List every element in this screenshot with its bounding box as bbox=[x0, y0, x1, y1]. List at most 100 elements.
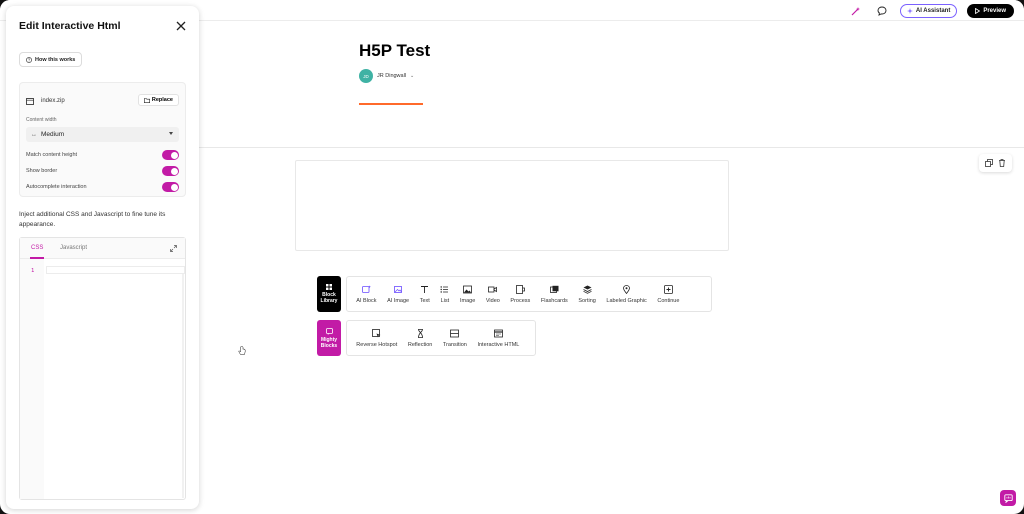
continue-icon bbox=[664, 284, 673, 294]
tool-continue[interactable]: Continue bbox=[652, 284, 685, 304]
tool-label: Process bbox=[510, 297, 531, 304]
tool-label: Image bbox=[459, 297, 476, 304]
toggle-label: Match content height bbox=[26, 152, 78, 158]
editor-scrollbar[interactable] bbox=[182, 274, 184, 498]
panel-title: Edit Interactive Html bbox=[19, 20, 121, 32]
copy-icon[interactable] bbox=[984, 159, 993, 167]
tool-label: Interactive HTML bbox=[477, 341, 520, 348]
file-frame-icon bbox=[26, 97, 34, 105]
tool-label: Reverse Hotspot bbox=[356, 341, 398, 348]
toggle-switch[interactable] bbox=[162, 166, 179, 176]
tab-javascript[interactable]: Javascript bbox=[60, 245, 87, 251]
sorting-icon bbox=[582, 285, 592, 294]
chevron-down-icon bbox=[169, 132, 173, 135]
help-icon bbox=[26, 56, 32, 63]
chat-launcher-button[interactable] bbox=[1000, 490, 1016, 506]
window-icon bbox=[494, 329, 503, 337]
how-this-works-label: How this works bbox=[35, 56, 76, 63]
toggle-switch[interactable] bbox=[162, 150, 179, 160]
tool-label: Sorting bbox=[578, 297, 596, 304]
tool-label: List bbox=[440, 297, 450, 304]
tool-label: Labeled Graphic bbox=[606, 297, 647, 304]
tool-text[interactable]: Text bbox=[414, 285, 435, 304]
block-library-button[interactable]: Block Library bbox=[317, 276, 341, 312]
author-selector[interactable]: JD JR Dingwall ⌄ bbox=[359, 69, 414, 83]
tool-flashcards[interactable]: Flashcards bbox=[536, 285, 574, 304]
tool-label: Reflection bbox=[407, 341, 433, 348]
sparkle-icon bbox=[906, 8, 913, 14]
how-this-works-button[interactable]: How this works bbox=[19, 52, 83, 67]
image-icon bbox=[463, 285, 473, 293]
width-arrows-icon: ↔ bbox=[31, 131, 37, 138]
code-tabs: CSS Javascript bbox=[20, 238, 185, 259]
block-library-label-2: Library bbox=[320, 298, 338, 304]
chat-icon bbox=[1003, 493, 1013, 503]
tool-label: Continue bbox=[657, 297, 680, 304]
ai-assistant-button[interactable]: AI Assistant bbox=[899, 4, 958, 18]
tool-list[interactable]: List bbox=[435, 285, 455, 304]
top-bar-actions: AI Assistant Preview bbox=[848, 3, 1014, 19]
toggle-match-content-height: Match content height bbox=[26, 149, 179, 161]
toggle-show-border: Show border bbox=[26, 165, 179, 177]
toggle-label: Show border bbox=[26, 168, 58, 174]
edit-panel: Edit Interactive Html How this works ind… bbox=[6, 6, 199, 509]
section-divider bbox=[199, 147, 1024, 148]
preview-button[interactable]: Preview bbox=[967, 4, 1014, 18]
tool-reflection[interactable]: Reflection bbox=[403, 328, 438, 348]
tool-ai-block[interactable]: AI Block bbox=[351, 285, 382, 304]
tool-label: Video bbox=[485, 297, 500, 304]
line-number: 1 bbox=[31, 268, 35, 274]
tool-ai-image[interactable]: AI Image bbox=[382, 285, 415, 304]
tool-video[interactable]: Video bbox=[481, 285, 506, 304]
close-icon[interactable] bbox=[175, 20, 187, 32]
tool-label: AI Block bbox=[356, 297, 377, 304]
page-title[interactable]: H5P Test bbox=[359, 41, 430, 61]
replace-button[interactable]: Replace bbox=[137, 94, 179, 106]
mighty-blocks-button[interactable]: Mighty Blocks bbox=[317, 320, 341, 356]
tool-process[interactable]: Process bbox=[505, 284, 535, 304]
content-width-select[interactable]: ↔ Medium bbox=[26, 127, 179, 142]
file-row: index.zip Replace bbox=[26, 94, 179, 107]
tool-image[interactable]: Image bbox=[455, 285, 481, 304]
line-gutter bbox=[20, 259, 44, 499]
ai-block-icon bbox=[361, 285, 371, 293]
toggle-switch[interactable] bbox=[162, 182, 179, 192]
hand-cursor-icon bbox=[238, 346, 246, 355]
grid-icon bbox=[326, 284, 332, 290]
tool-reverse-hotspot[interactable]: Reverse Hotspot bbox=[351, 328, 403, 348]
title-underline bbox=[359, 103, 423, 105]
tool-label: Transition bbox=[442, 341, 467, 348]
replace-label: Replace bbox=[151, 97, 173, 103]
tab-css[interactable]: CSS bbox=[31, 245, 43, 251]
tool-labeled-graphic[interactable]: Labeled Graphic bbox=[601, 284, 652, 304]
ai-image-icon bbox=[393, 285, 402, 293]
expand-icon[interactable] bbox=[170, 245, 177, 252]
interactive-html-block[interactable] bbox=[295, 160, 729, 251]
map-pin-icon bbox=[623, 284, 631, 294]
video-icon bbox=[488, 286, 498, 292]
chevron-down-icon: ⌄ bbox=[410, 73, 415, 79]
preview-label: Preview bbox=[983, 8, 1006, 14]
block-tools bbox=[979, 154, 1012, 172]
transition-icon bbox=[450, 329, 460, 337]
content-width-label: Content width bbox=[26, 117, 57, 123]
tool-transition[interactable]: Transition bbox=[438, 329, 473, 348]
comment-icon[interactable] bbox=[874, 3, 890, 19]
mighty-label-2: Blocks bbox=[320, 342, 338, 349]
tool-interactive-html[interactable]: Interactive HTML bbox=[472, 329, 524, 348]
file-name: index.zip bbox=[41, 98, 65, 104]
hourglass-icon bbox=[417, 328, 423, 338]
tool-sorting[interactable]: Sorting bbox=[573, 285, 601, 304]
flashcards-icon bbox=[549, 285, 559, 293]
process-icon bbox=[515, 284, 525, 294]
app-window: AI Assistant Preview H5P Test JD JR Ding… bbox=[0, 0, 1024, 514]
magic-wand-icon[interactable] bbox=[848, 3, 864, 19]
play-icon bbox=[975, 8, 981, 14]
list-icon bbox=[440, 285, 449, 293]
hotspot-icon bbox=[372, 328, 381, 337]
content-width-value: Medium bbox=[41, 131, 65, 138]
author-name: JR Dingwall bbox=[377, 73, 407, 79]
avatar: JD bbox=[359, 69, 373, 83]
trash-icon[interactable] bbox=[998, 159, 1006, 167]
css-code-input[interactable] bbox=[46, 266, 185, 274]
